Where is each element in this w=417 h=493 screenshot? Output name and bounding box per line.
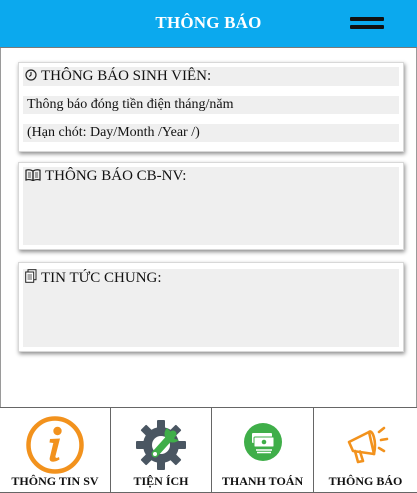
student-notice-card: THÔNG BÁO SINH VIÊN: Thông báo đóng tiền… [18,62,404,152]
staff-notice-title: THÔNG BÁO CB-NV: [45,168,187,184]
open-book-icon [25,168,41,186]
gear-wrench-icon [133,416,189,477]
staff-notice-header: THÔNG BÁO CB-NV: [23,167,399,186]
staff-notice-card: THÔNG BÁO CB-NV: [18,162,404,250]
general-news-header: TIN TỨC CHUNG: [23,269,399,288]
tab-label: THANH TOÁN [221,474,304,488]
general-news-content [23,287,399,347]
megaphone-icon [341,418,391,473]
student-notice-deadline: (Hạn chót: Day/Month /Year /) [23,124,399,142]
tab-label: THÔNG TIN SV [11,474,99,488]
top-header: THÔNG BÁO [0,0,417,48]
documents-icon [25,269,37,288]
notice-text: Thông báo đóng tiền điện tháng/năm [27,97,234,112]
tab-notifications[interactable]: THÔNG BÁO [314,408,417,493]
staff-notice-content [23,185,399,245]
bottom-tab-bar: THÔNG TIN SV TIỆN ÍCH THANH TOÁN THÔNG B… [0,407,417,493]
deadline-text: (Hạn chót: Day/Month /Year /) [27,125,200,140]
student-notice-title: THÔNG BÁO SINH VIÊN: [41,68,212,84]
tab-payment[interactable]: THANH TOÁN [212,408,314,493]
clock-icon [25,68,37,86]
tab-utilities[interactable]: TIỆN ÍCH [111,408,212,493]
info-icon [26,416,84,479]
money-icon [241,420,285,469]
general-news-title: TIN TỨC CHUNG: [41,270,162,286]
hamburger-menu-icon[interactable] [350,15,384,33]
student-notice-item[interactable]: Thông báo đóng tiền điện tháng/năm [23,96,399,114]
tab-label: THÔNG BÁO [328,474,403,488]
tab-student-info[interactable]: THÔNG TIN SV [0,408,111,493]
general-news-card: TIN TỨC CHUNG: [18,262,404,352]
student-notice-header: THÔNG BÁO SINH VIÊN: [23,67,399,86]
tab-label: TIỆN ÍCH [133,474,189,488]
